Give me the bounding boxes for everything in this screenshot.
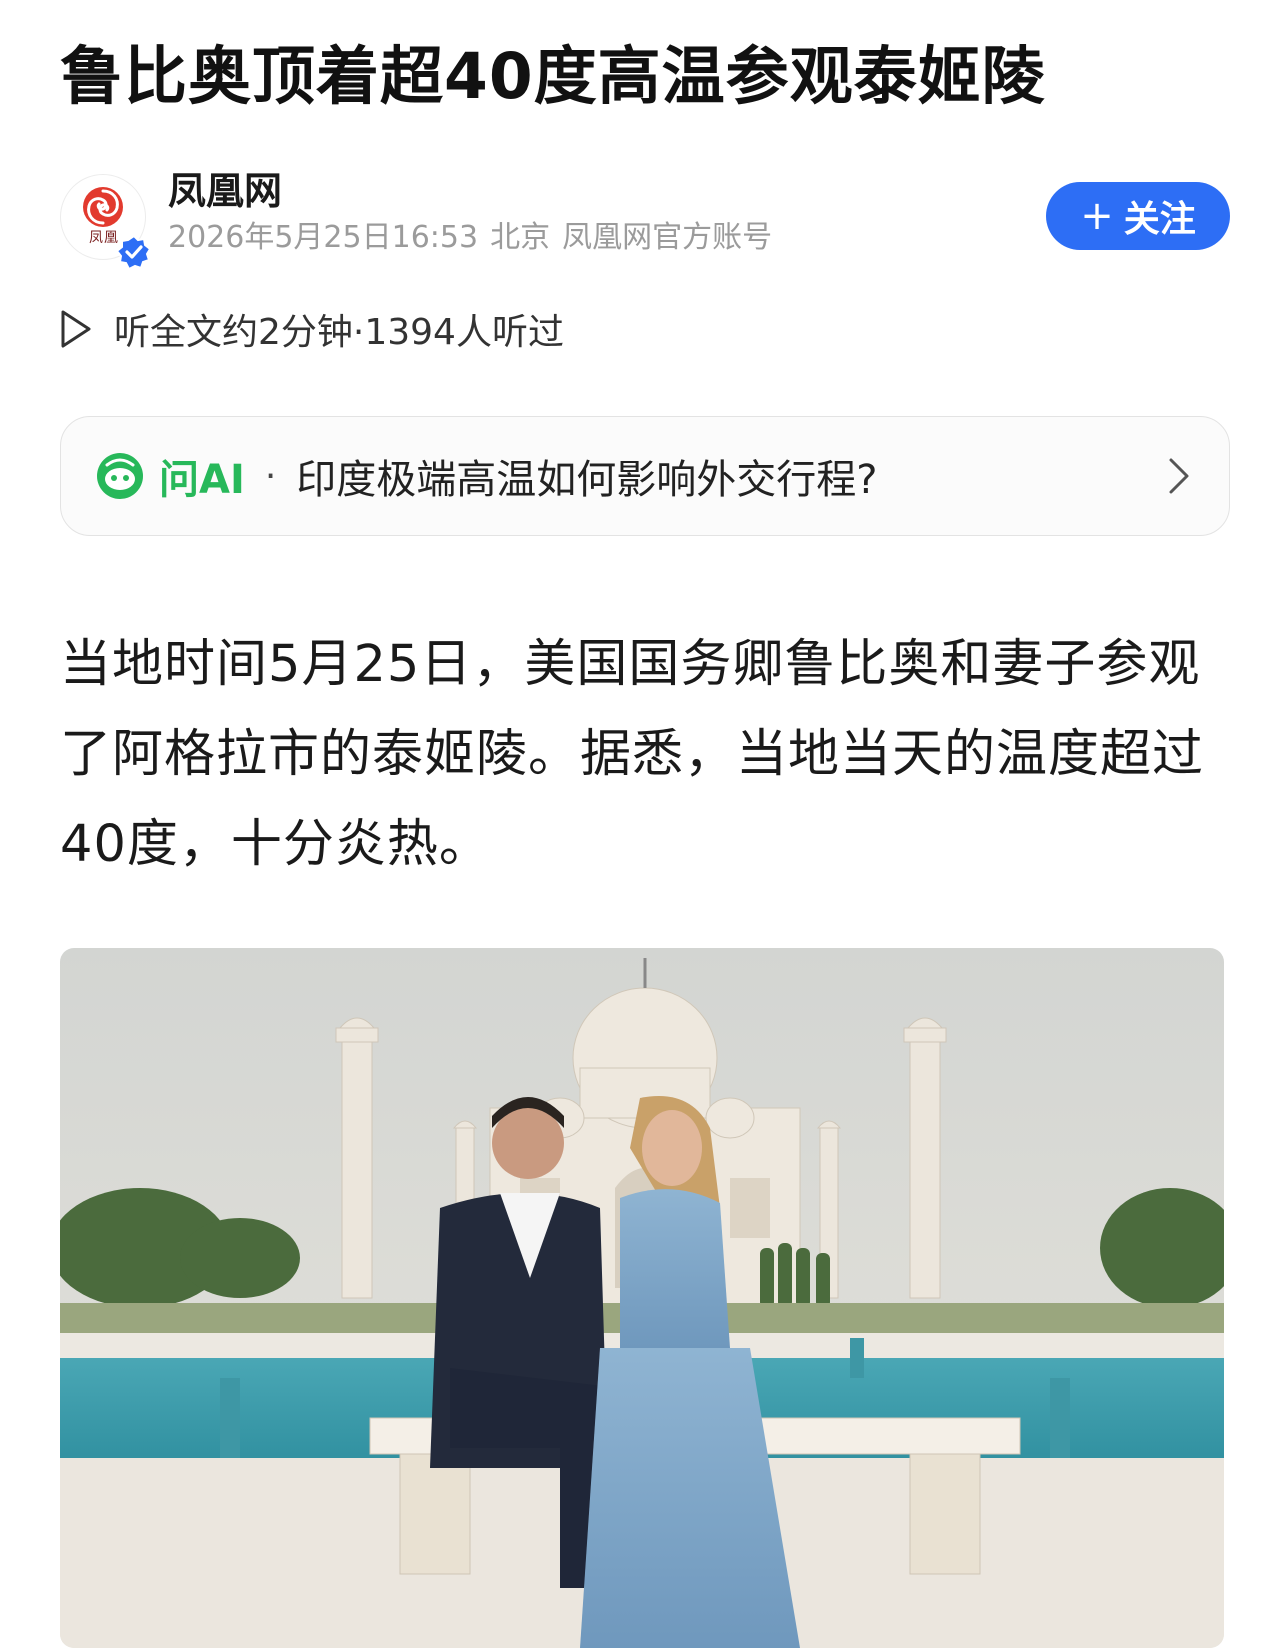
listen-to-article[interactable]: 听全文约2分钟·1394人听过 xyxy=(60,304,564,354)
author-meta: 2026年5月25日16:53 北京 凤凰网官方账号 xyxy=(168,218,784,258)
article-page: 鲁比奥顶着超40度高温参观泰姬陵 凤凰 凤凰网 2026年5月25日16:53 北… xyxy=(0,0,1280,1648)
ask-ai-separator: · xyxy=(264,455,277,497)
chevron-right-icon xyxy=(1169,458,1189,494)
taj-mahal-photo xyxy=(60,948,1224,1648)
ask-ai-card[interactable]: 问AI · 印度极端高温如何影响外交行程? xyxy=(60,416,1230,536)
publish-location: 北京 xyxy=(490,220,551,255)
article-paragraph: 当地时间5月25日，美国国务卿鲁比奥和妻子参观了阿格拉市的泰姬陵。据悉，当地当天… xyxy=(60,635,1205,874)
plus-icon: + xyxy=(1080,193,1114,239)
author-name[interactable]: 凤凰网 xyxy=(168,168,282,214)
follow-label: 关注 xyxy=(1123,199,1196,240)
listen-text: 听全文约2分钟·1394人听过 xyxy=(114,312,564,353)
author-block: 凤凰 凤凰网 2026年5月25日16:53 北京 凤凰网官方账号 + 关注 xyxy=(60,168,1230,269)
phoenix-logo-icon xyxy=(83,187,123,227)
ask-ai-label: 问AI xyxy=(159,457,245,503)
ask-ai-question: 印度极端高温如何影响外交行程? xyxy=(296,457,878,503)
ask-ai-icon xyxy=(97,453,143,499)
account-type: 凤凰网官方账号 xyxy=(562,220,773,255)
play-icon xyxy=(61,310,91,348)
verified-badge-icon xyxy=(117,235,151,269)
article-title: 鲁比奥顶着超40度高温参观泰姬陵 xyxy=(60,40,1046,113)
article-photo[interactable] xyxy=(60,948,1224,1648)
follow-button[interactable]: + 关注 xyxy=(1046,182,1230,250)
publish-datetime: 2026年5月25日16:53 xyxy=(168,220,479,255)
author-avatar[interactable]: 凤凰 xyxy=(60,174,151,269)
